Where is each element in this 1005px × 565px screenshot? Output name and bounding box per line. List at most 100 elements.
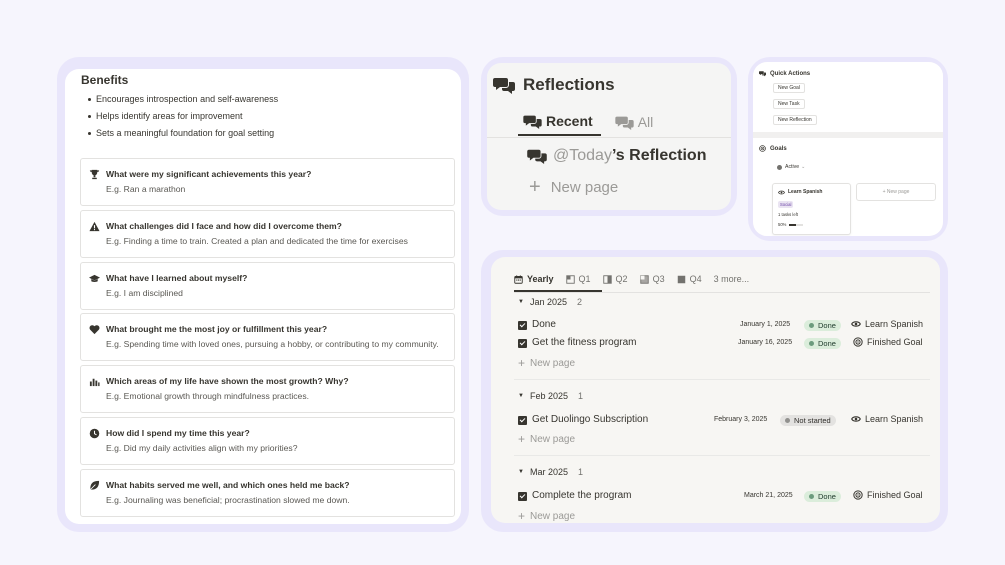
tab-label: Recent: [546, 113, 593, 129]
new-page-button[interactable]: + New page: [529, 177, 618, 197]
new-reflection-button[interactable]: New Reflection: [773, 115, 817, 125]
reflections-header: Reflections: [493, 75, 615, 95]
target-icon: [853, 337, 863, 347]
question-card-time[interactable]: How did I spend my time this year? E.g. …: [80, 417, 455, 465]
table-row[interactable]: Complete the program March 21, 2025 Done…: [518, 490, 930, 506]
divider: [487, 137, 731, 138]
question-card-habits[interactable]: What habits served me well, and which on…: [80, 469, 455, 517]
checkbox[interactable]: [518, 492, 527, 501]
question-title: Which areas of my life have shown the mo…: [106, 376, 349, 386]
table-row[interactable]: Done January 1, 2025 Done Learn Spanish: [518, 319, 930, 335]
question-hint: E.g. Spending time with loved ones, purs…: [106, 339, 439, 349]
status-label: Done: [818, 492, 836, 501]
tab-q1[interactable]: Q1: [565, 269, 591, 289]
collapse-triangle-icon[interactable]: ▼: [518, 393, 524, 399]
status-label: Not started: [794, 416, 831, 425]
status-dot: [809, 341, 814, 346]
tab-q4[interactable]: Q4: [677, 269, 702, 289]
relation-link[interactable]: Learn Spanish: [851, 414, 923, 424]
new-goal-page-button[interactable]: + New page: [856, 183, 936, 201]
goals-heading: Goals: [759, 145, 787, 152]
new-page-button[interactable]: + New page: [518, 509, 575, 523]
new-page-label: New page: [530, 510, 576, 522]
relation-link[interactable]: Learn Spanish: [851, 319, 923, 329]
new-page-label: New page: [530, 357, 576, 369]
table-row[interactable]: Get the fitness program January 16, 2025…: [518, 337, 930, 353]
table-row[interactable]: Get Duolingo Subscription February 3, 20…: [518, 414, 930, 430]
checkbox[interactable]: [518, 416, 527, 425]
relation-link[interactable]: Finished Goal: [853, 490, 923, 500]
collapse-triangle-icon[interactable]: ▼: [518, 469, 524, 475]
quick-actions-title: Quick Actions: [770, 70, 811, 77]
tasks-timeline-view: Yearly Q1 Q2 Q3 Q4 3 more... ▼ Jan 2025 …: [491, 257, 940, 523]
status-dot: [785, 418, 790, 423]
relation-label: Learn Spanish: [865, 414, 924, 424]
question-card-learned[interactable]: What have I learned about myself? E.g. I…: [80, 262, 455, 310]
group-header-feb[interactable]: ▼ Feb 2025 1: [518, 391, 583, 401]
relation-link[interactable]: Finished Goal: [853, 337, 923, 347]
question-title: What have I learned about myself?: [106, 273, 248, 283]
question-hint: E.g. Emotional growth through mindfulnes…: [106, 391, 310, 401]
question-card-challenges[interactable]: What challenges did I face and how did I…: [80, 210, 455, 258]
checkbox[interactable]: [518, 339, 527, 348]
question-card-achievements[interactable]: What were my significant achievements th…: [80, 158, 455, 206]
question-card-growth[interactable]: Which areas of my life have shown the mo…: [80, 365, 455, 413]
plus-icon: +: [529, 176, 541, 198]
filter-label: Active: [785, 164, 800, 170]
tab-q2[interactable]: Q2: [602, 269, 628, 289]
goal-card[interactable]: Learn Spanish Social 1 tasks left 50%: [772, 183, 851, 235]
tab-recent[interactable]: Recent: [518, 108, 601, 136]
progress-fill: [789, 223, 797, 226]
group-label: Jan 2025: [529, 297, 567, 307]
tasks-timeline-panel: Yearly Q1 Q2 Q3 Q4 3 more... ▼ Jan 2025 …: [481, 250, 948, 532]
row-name: Get the fitness program: [532, 337, 637, 348]
status-label: Done: [818, 321, 836, 330]
question-card-joy[interactable]: What brought me the most joy or fulfillm…: [80, 313, 455, 361]
new-page-button[interactable]: + New page: [518, 356, 575, 370]
question-title: How did I spend my time this year?: [106, 428, 250, 438]
quarter-4-icon: [677, 275, 685, 283]
clock-icon: [89, 428, 100, 439]
target-icon: [853, 490, 863, 500]
tab-yearly[interactable]: Yearly: [514, 269, 554, 289]
chevron-down-icon: ⌄: [801, 164, 806, 170]
collapse-triangle-icon[interactable]: ▼: [518, 299, 524, 305]
group-count: 1: [577, 391, 583, 401]
new-page-button[interactable]: + New page: [518, 432, 575, 446]
tab-q3[interactable]: Q3: [639, 269, 665, 289]
quarter-3-icon: [639, 274, 649, 284]
date-mention[interactable]: @Today: [553, 147, 612, 165]
progress-row: 50%: [778, 222, 804, 227]
new-task-button[interactable]: New Task: [773, 99, 805, 109]
group-header-jan[interactable]: ▼ Jan 2025 2: [518, 297, 582, 307]
row-name: Done: [532, 319, 556, 330]
status-dot: [809, 323, 814, 328]
new-goal-button[interactable]: New Goal: [773, 83, 805, 93]
goal-card-title-row: Learn Spanish: [778, 189, 822, 195]
active-filter[interactable]: Active ⌄: [777, 164, 806, 170]
view-tabs: Yearly Q1 Q2 Q3 Q4 3 more...: [514, 269, 761, 289]
question-title: What brought me the most joy or fulfillm…: [106, 324, 328, 334]
quarter-1-icon: [565, 274, 575, 284]
row-date: February 3, 2025: [714, 416, 768, 423]
tab-label: Yearly: [527, 274, 554, 284]
tab-all[interactable]: All: [615, 109, 653, 135]
reflection-entry[interactable]: @Today ’s Reflection: [527, 147, 706, 165]
target-icon: [759, 145, 766, 152]
more-views-button[interactable]: 3 more...: [714, 269, 750, 289]
question-hint: E.g. Journaling was beneficial; procrast…: [106, 495, 350, 505]
question-hint: E.g. Ran a marathon: [106, 184, 186, 194]
new-page-label: New page: [530, 433, 576, 445]
row-name: Complete the program: [532, 490, 632, 501]
checkbox[interactable]: [518, 321, 527, 330]
group-count: 1: [577, 467, 583, 477]
reflections-view: Reflections Recent All @Today ’s Reflect…: [487, 63, 731, 210]
tab-label: Q2: [615, 274, 628, 284]
group-label: Feb 2025: [529, 391, 568, 401]
row-date: January 1, 2025: [740, 321, 791, 328]
group-header-mar[interactable]: ▼ Mar 2025 1: [518, 467, 583, 477]
tab-label: Q1: [578, 274, 591, 284]
plus-icon: +: [518, 432, 526, 446]
status-label: Done: [818, 339, 836, 348]
relation-label: Learn Spanish: [865, 319, 924, 329]
